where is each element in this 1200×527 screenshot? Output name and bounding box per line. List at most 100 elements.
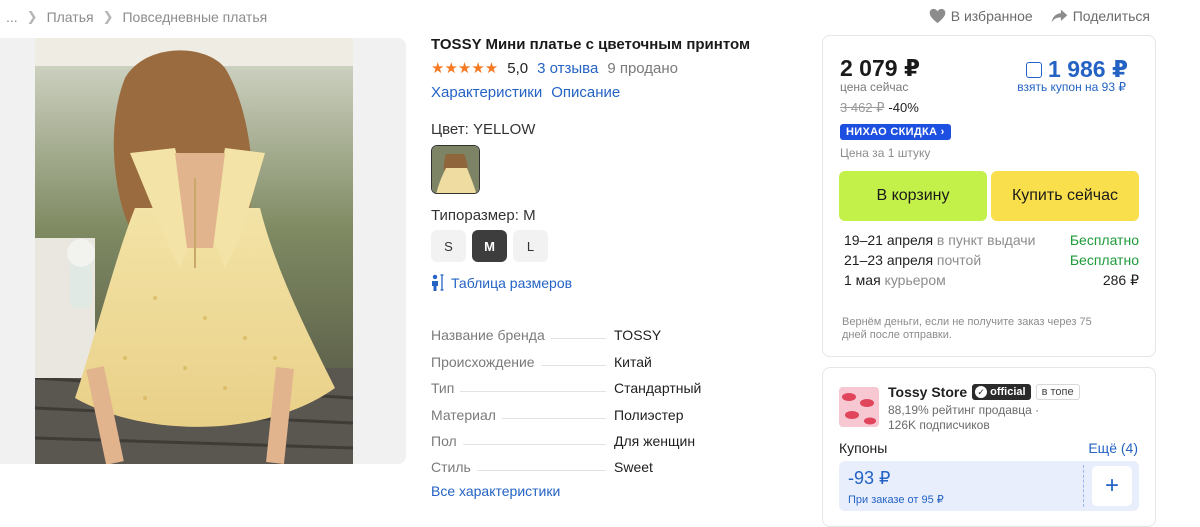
refund-note: Вернём деньги, если не получите заказ че… [842, 316, 1092, 341]
breadcrumb: ... ❯ Платья ❯ Повседневные платья [6, 9, 267, 25]
add-to-cart-button[interactable]: В корзину [839, 171, 987, 221]
property-row: Материал Полиэстер [431, 396, 811, 423]
check-icon: ✓ [975, 386, 988, 398]
coupons-title: Купоны [839, 440, 888, 456]
delivery-date: 19–21 апреля [844, 232, 934, 248]
store-meta: 88,19% рейтинг продавца · 126K подписчик… [888, 403, 1039, 433]
delivery-method: почтой [933, 252, 982, 268]
property-row: Название бренда TOSSY [431, 317, 811, 343]
old-price: 3 462 ₽ [840, 100, 885, 115]
official-label: official [990, 386, 1026, 398]
size-options: S M L [431, 230, 811, 262]
delivery-price: 286 ₽ [1102, 272, 1139, 288]
size-label: Типоразмер: M [431, 207, 536, 224]
breadcrumb-ellipsis[interactable]: ... [6, 9, 18, 25]
add-coupon-button[interactable]: + [1092, 466, 1132, 506]
color-swatch-yellow[interactable] [431, 145, 480, 194]
coupon-condition: При заказе от 95 ₽ [848, 494, 944, 506]
old-price-row: 3 462 ₽ -40% [840, 100, 919, 116]
property-value: Для женщин [614, 432, 696, 449]
tab-characteristics[interactable]: Характеристики [431, 84, 542, 101]
buy-now-button[interactable]: Купить сейчас [991, 171, 1139, 221]
tab-description[interactable]: Описание [551, 84, 620, 101]
store-header: Tossy Store ✓ official в топе [888, 384, 1080, 400]
size-option-s[interactable]: S [431, 230, 466, 262]
size-table-label: Таблица размеров [451, 274, 573, 291]
coupon-checkbox[interactable] [1026, 61, 1043, 78]
coupons-more-link[interactable]: Ещё (4) [1088, 440, 1138, 456]
delivery-row: 19–21 апреля в пункт выдачи Бесплатно [844, 232, 1139, 252]
share-icon [1051, 9, 1067, 23]
delivery-options: 19–21 апреля в пункт выдачи Бесплатно 21–… [844, 232, 1139, 292]
color-label: Цвет: YELLOW [431, 121, 536, 138]
reviews-link[interactable]: 3 отзыва [537, 60, 598, 77]
top-bar: ... ❯ Платья ❯ Повседневные платья В изб… [0, 0, 1200, 34]
heart-icon [929, 8, 946, 24]
property-row: Пол Для женщин [431, 423, 811, 449]
per-unit-note: Цена за 1 штуку [840, 146, 931, 160]
property-key: Название бренда [431, 327, 545, 344]
official-badge: ✓ official [972, 384, 1031, 400]
coupon-price: 1 986 ₽ [1048, 56, 1128, 82]
store-logo[interactable] [839, 387, 879, 427]
store-card: Tossy Store ✓ official в топе 88,19% рейт… [822, 367, 1156, 527]
property-row: Стиль Sweet [431, 449, 811, 475]
coupon-item: -93 ₽ При заказе от 95 ₽ + [839, 461, 1139, 511]
rating-value: 5,0 [507, 59, 529, 77]
delivery-date: 21–23 апреля [844, 252, 934, 268]
size-table-link[interactable]: Таблица размеров [431, 274, 811, 291]
property-value: Стандартный [614, 380, 702, 397]
property-value: TOSSY [614, 327, 662, 344]
store-rating: 88,19% рейтинг продавца · [888, 403, 1040, 417]
top-actions: В избранное Поделиться [929, 8, 1150, 24]
product-main-image[interactable] [35, 38, 353, 464]
properties-list: Название бренда TOSSY Происхождение Китай … [431, 317, 811, 475]
property-key: Тип [431, 380, 455, 397]
property-key: Материал [431, 406, 496, 423]
sold-count: 9 продано [607, 59, 679, 77]
coupon-amount: -93 ₽ [848, 468, 891, 488]
property-key: Происхождение [431, 353, 535, 370]
discount-badge[interactable]: НИХАО СКИДКА › [840, 124, 951, 140]
chevron-right-icon: ❯ [26, 9, 38, 24]
price-card: 2 079 ₽ цена сейчас 1 986 ₽ взять купон … [822, 35, 1156, 357]
favorite-label: В избранное [950, 8, 1033, 24]
coupon-divider [1083, 465, 1084, 507]
rating-row: ★★★★★ 5,0 3 отзыва 9 продано [431, 59, 811, 78]
delivery-price: Бесплатно [1069, 232, 1139, 248]
property-key: Пол [431, 432, 457, 449]
discount-percent: -40% [888, 100, 919, 115]
delivery-row: 21–23 апреля почтой Бесплатно [844, 252, 1139, 272]
all-properties-link[interactable]: Все характеристики [431, 483, 811, 499]
top-store-tag: в топе [1035, 384, 1080, 400]
coupon-price-toggle[interactable]: 1 986 ₽ [1026, 56, 1128, 83]
share-label: Поделиться [1072, 8, 1150, 24]
product-gallery [0, 38, 406, 464]
chevron-right-icon: ❯ [102, 9, 114, 24]
star-rating-icon: ★★★★★ [431, 60, 499, 77]
delivery-row: 1 мая курьером 286 ₽ [844, 272, 1139, 292]
breadcrumb-item-casual-dresses[interactable]: Повседневные платья [122, 9, 267, 25]
product-info: TOSSY Мини платье с цветочным принтом ★★… [431, 36, 811, 499]
delivery-price: Бесплатно [1069, 252, 1139, 268]
favorite-button[interactable]: В избранное [929, 8, 1033, 24]
share-button[interactable]: Поделиться [1051, 8, 1150, 24]
delivery-date: 1 мая [844, 272, 881, 288]
property-value: Sweet [614, 459, 653, 476]
property-value: Китай [614, 353, 652, 370]
product-tabs: Характеристики Описание [431, 84, 811, 101]
coupon-price-label[interactable]: взять купон на 93 ₽ [1017, 80, 1126, 94]
breadcrumb-item-dresses[interactable]: Платья [47, 9, 94, 25]
store-subscribers: 126K подписчиков [888, 418, 990, 432]
ruler-person-icon [432, 274, 444, 291]
delivery-method: курьером [880, 272, 946, 288]
store-name[interactable]: Tossy Store [888, 384, 967, 400]
property-row: Тип Стандартный [431, 370, 811, 396]
property-row: Происхождение Китай [431, 343, 811, 370]
current-price-label: цена сейчас [840, 80, 909, 94]
property-key: Стиль [431, 459, 471, 476]
size-option-l[interactable]: L [513, 230, 548, 262]
delivery-method: в пункт выдачи [933, 232, 1036, 248]
current-price: 2 079 ₽ [840, 55, 920, 81]
size-option-m[interactable]: M [472, 230, 507, 262]
